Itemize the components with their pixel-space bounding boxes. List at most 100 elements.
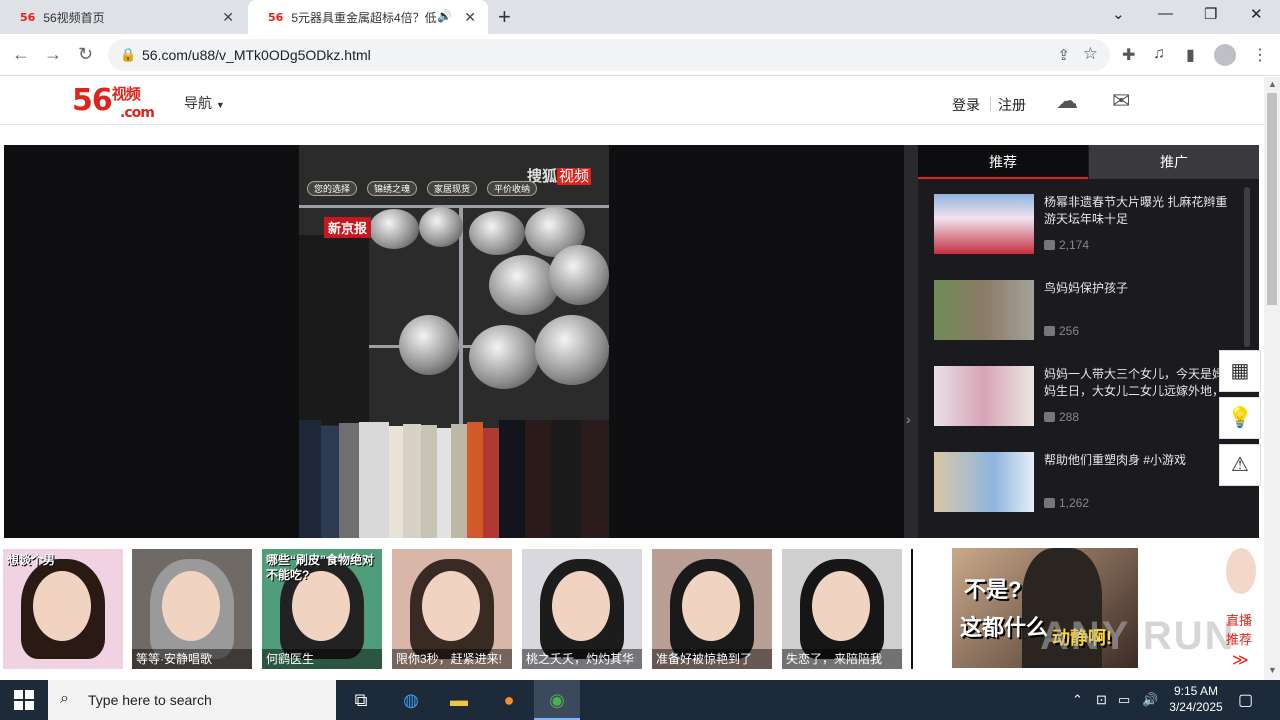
ad-strip: 想谈个男 等等·安静唱歌 哪些“刷皮”食物绝对不能吃? 何鹞医生 限你3秒，赶紧进… [0, 538, 1264, 680]
restore-icon[interactable]: ❐ [1204, 5, 1217, 23]
ad-caption: 准备好被惊艳到了 [652, 649, 772, 669]
nav-menu[interactable]: 导航 ▼ [184, 93, 225, 113]
qr-code-icon[interactable]: ▦ [1219, 350, 1261, 392]
reload-icon[interactable]: ↻ [78, 44, 93, 65]
new-tab-button[interactable]: + [498, 4, 511, 30]
ad-card[interactable]: 哪些“刷皮”食物绝对不能吃? 何鹞医生 [262, 549, 382, 669]
play-count: 256 [1044, 324, 1079, 338]
ad-headline: 想谈个男 [7, 553, 56, 567]
network-icon[interactable]: ▭ [1118, 692, 1130, 708]
bookmark-star-icon[interactable]: ☆ [1083, 44, 1098, 64]
live-recommend[interactable]: 直播 推荐 ≫ [1220, 548, 1264, 676]
search-icon: ⌕ [60, 690, 69, 707]
lock-icon[interactable]: 🔒 [120, 47, 136, 63]
video-title[interactable]: 杨幂非遗春节大片曝光 扎麻花辫重游天坛年味十足 [1044, 194, 1234, 228]
notification-icon[interactable]: ▢ [1238, 690, 1253, 710]
logo-domain: .com [120, 105, 155, 121]
ad-caption: 桃之夭夭，灼灼其华 [522, 649, 642, 669]
page-scrollbar[interactable]: ▲ ▼ [1264, 77, 1280, 680]
video-thumbnail[interactable] [934, 366, 1034, 426]
video-title[interactable]: 妈妈一人带大三个女儿，今天是妈妈生日，大女儿二女儿远嫁外地， [1044, 366, 1234, 400]
close-window-icon[interactable]: ✕ [1250, 5, 1263, 23]
lightbulb-icon[interactable]: 💡 [1219, 397, 1261, 439]
ad-caption: 何鹞医生 [262, 649, 382, 669]
windows-start-icon[interactable] [14, 690, 34, 710]
login-link[interactable]: 登录 [952, 95, 980, 115]
minimize-icon[interactable]: — [1158, 5, 1173, 22]
list-item[interactable]: 妈妈一人带大三个女儿，今天是妈妈生日，大女儿二女儿远嫁外地， 288 [934, 366, 1234, 428]
caret-down-icon: ▼ [215, 100, 225, 110]
ad-text: 这都什么 [960, 615, 1049, 640]
forward-icon[interactable]: → [44, 44, 62, 65]
menu-kebab-icon[interactable]: ⋮ [1252, 45, 1268, 65]
browser-tab-video[interactable]: 56 5元器具重金属超标4倍？低 🔊 ✕ [248, 0, 488, 34]
close-tab-icon[interactable]: ✕ [222, 9, 234, 26]
play-count: 1,262 [1044, 496, 1089, 510]
play-icon [1044, 498, 1055, 508]
tab-promote[interactable]: 推广 [1089, 145, 1259, 179]
share-icon[interactable]: ⇪ [1057, 46, 1070, 64]
list-item[interactable]: 鸟妈妈保护孩子 256 [934, 280, 1234, 342]
video-thumbnail[interactable] [934, 280, 1034, 340]
scroll-down-icon[interactable]: ▼ [1268, 665, 1277, 675]
video-title[interactable]: 帮助他们重塑肉身 #小游戏 [1044, 452, 1234, 469]
list-item[interactable]: 杨幂非遗春节大片曝光 扎麻花辫重游天坛年味十足 2,174 [934, 194, 1234, 256]
mail-icon[interactable]: ✉ [1112, 88, 1130, 114]
live-label: 直播 [1226, 613, 1253, 628]
close-tab-icon[interactable]: ✕ [464, 9, 476, 26]
clock-time: 9:15 AM [1173, 684, 1219, 698]
ad-face [552, 571, 610, 641]
play-count-value: 288 [1059, 410, 1080, 424]
back-icon[interactable]: ← [12, 44, 30, 65]
side-panel-icon[interactable]: ▮ [1186, 45, 1195, 65]
anyrun-watermark: ANY RUN [1040, 614, 1236, 658]
video-thumbnail[interactable] [934, 452, 1034, 512]
ad-card[interactable]: 失恋了，来陪陪我 [782, 549, 902, 669]
firefox-icon[interactable]: ● [486, 680, 532, 720]
ad-card[interactable]: 想谈个男 [3, 549, 123, 669]
report-warning-icon[interactable]: ⚠ [1219, 444, 1261, 486]
ad-card[interactable]: 准备好被惊艳到了 [652, 549, 772, 669]
tray-chevron-up-icon[interactable]: ⌃ [1072, 692, 1083, 708]
register-link[interactable]: 注册 [998, 95, 1026, 115]
overlay-chip: 平价收纳 [487, 181, 538, 196]
audio-playing-icon[interactable]: 🔊 [437, 9, 452, 23]
tray-device-icon[interactable]: ⊡ [1096, 692, 1107, 708]
scroll-up-icon[interactable]: ▲ [1268, 79, 1277, 89]
ad-caption: 限你3秒，赶紧进来! [392, 649, 512, 669]
tab-search-chevron-icon[interactable]: ⌄ [1112, 5, 1125, 23]
sidebar-scrollbar[interactable] [1244, 187, 1250, 347]
edge-icon[interactable]: ◍ [388, 680, 434, 720]
scroll-thumb[interactable] [1267, 93, 1277, 305]
windows-taskbar: ⌕ Type here to search ⧉ ◍ ▬ ● ◉ ⌃ ⊡ ▭ 🔊 … [0, 680, 1280, 720]
chrome-icon[interactable]: ◉ [534, 680, 580, 720]
extensions-puzzle-icon[interactable]: ✚ [1122, 45, 1135, 65]
list-item[interactable]: 帮助他们重塑肉身 #小游戏 1,262 [934, 452, 1234, 514]
site-logo[interactable]: 56视频 .com [72, 83, 155, 121]
logo-text: 视频 [111, 85, 141, 103]
file-explorer-icon[interactable]: ▬ [436, 680, 482, 720]
search-placeholder: Type here to search [88, 692, 212, 708]
video-player[interactable]: 搜狐 视频 您的选择 锦绣之魂 家居现货 平价收纳 新京报 [4, 145, 904, 538]
taskbar-clock[interactable]: 9:15 AM 3/24/2025 [1162, 683, 1230, 715]
ad-card[interactable]: 桃之夭夭，灼灼其华 [522, 549, 642, 669]
video-title[interactable]: 鸟妈妈保护孩子 [1044, 280, 1234, 297]
sidebar-toggle[interactable]: › [904, 145, 918, 538]
task-view-icon[interactable]: ⧉ [338, 680, 384, 720]
taskbar-search[interactable]: ⌕ Type here to search [48, 680, 336, 720]
browser-tab-home[interactable]: 56 56视频首页 ✕ [0, 0, 246, 34]
ad-card[interactable]: 等等·安静唱歌 [132, 549, 252, 669]
volume-icon[interactable]: 🔊 [1142, 692, 1158, 708]
video-frame[interactable]: 搜狐 视频 您的选择 锦绣之魂 家居现货 平价收纳 新京报 [299, 145, 609, 538]
upload-cloud-icon[interactable]: ☁ [1056, 88, 1078, 114]
video-thumbnail[interactable] [934, 194, 1034, 254]
url-text[interactable]: 56.com/u88/v_MTk0ODg5ODkz.html [142, 47, 371, 63]
media-control-icon[interactable]: ♫ [1153, 45, 1165, 63]
watermark-brand: 视频 [556, 168, 591, 185]
ad-card[interactable]: 限你3秒，赶紧进来! [392, 549, 512, 669]
chevron-right-icon: › [906, 411, 911, 427]
browser-tab-strip: 56 56视频首页 ✕ 56 5元器具重金属超标4倍？低 🔊 ✕ + ⌄ — ❐… [0, 0, 1280, 34]
tab-recommend[interactable]: 推荐 [918, 145, 1088, 179]
address-bar[interactable]: 🔒 56.com/u88/v_MTk0ODg5ODkz.html ⇪ ☆ [108, 39, 1110, 71]
profile-avatar-icon[interactable] [1214, 44, 1236, 66]
